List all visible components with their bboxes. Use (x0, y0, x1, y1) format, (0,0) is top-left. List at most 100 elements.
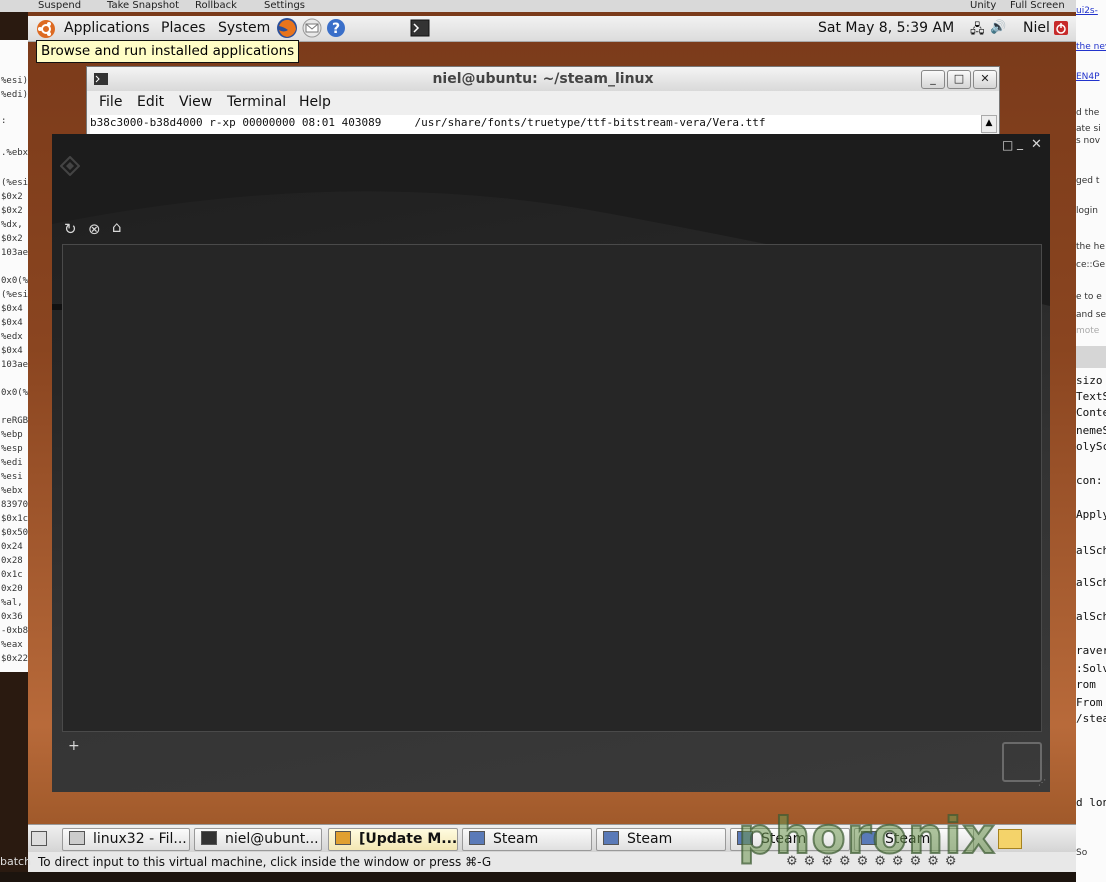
refresh-icon[interactable]: ↻ (64, 220, 77, 238)
host-left-line: $0x4 (1, 346, 23, 356)
menu-help[interactable]: Help (299, 94, 331, 110)
host-right-line: alSch (1076, 544, 1106, 557)
steam-maximize-icon[interactable]: □ (1002, 138, 1013, 152)
stop-icon[interactable]: ⊗ (88, 220, 101, 238)
host-left-line: $0x2 (1, 234, 23, 244)
host-right-line: the nev (1076, 42, 1106, 52)
terminal-title[interactable]: niel@ubuntu: ~/steam_linux (87, 67, 999, 91)
vm-toolbar: Suspend Take Snapshot Rollback Settings … (0, 0, 1106, 12)
host-left-line: 103ae (1, 360, 29, 370)
host-right-line: d lon (1076, 796, 1106, 809)
host-left-line: %edi) (1, 90, 29, 100)
host-right-line: login (1076, 206, 1098, 216)
taskbar-item-update-manager[interactable]: [Update M... (328, 828, 458, 851)
host-right-window: ui2s-the nev EN4P d the ate si s nov ged t log… (1076, 0, 1106, 882)
steam-content-area[interactable] (62, 244, 1042, 732)
steam-close-icon[interactable]: ✕ (1031, 137, 1042, 152)
menu-terminal[interactable]: Terminal (227, 94, 286, 110)
host-right-line: Apply (1076, 508, 1106, 521)
host-left-line: %edi (1, 458, 23, 468)
mail-icon[interactable] (302, 18, 322, 38)
host-right-line: EN4P (1076, 72, 1100, 82)
host-right-line: From (1076, 696, 1103, 709)
host-left-line: $0x2 (1, 192, 23, 202)
steam-friends-button[interactable] (1002, 742, 1042, 782)
rollback-button[interactable]: Rollback (195, 0, 237, 12)
help-icon[interactable]: ? (326, 18, 346, 38)
phoronix-watermark: phoronix (737, 807, 996, 865)
host-left-line: %dx, (1, 220, 23, 230)
volume-icon[interactable]: 🔊 (990, 20, 1006, 35)
take-snapshot-button[interactable]: Take Snapshot (107, 0, 179, 12)
ubuntu-logo-icon[interactable] (36, 19, 56, 39)
taskbar-item-steam-1[interactable]: Steam (462, 828, 592, 851)
resize-grip-icon[interactable]: ⋰ (1038, 778, 1046, 787)
host-left-line: %esp (1, 444, 23, 454)
home-icon[interactable]: ⌂ (112, 218, 122, 236)
host-left-line: : (1, 116, 7, 126)
host-left-line: %ebp (1, 430, 23, 440)
host-right-line: ate si (1076, 124, 1101, 134)
host-left-line: .%ebx (1, 148, 29, 158)
host-right-divider (1076, 346, 1106, 368)
host-left-line: (%esi (1, 178, 29, 188)
terminal-output-line: b38c3000-b38d4000 r-xp 00000000 08:01 40… (90, 115, 982, 135)
menu-edit[interactable]: Edit (137, 94, 164, 110)
taskbar-item-terminal[interactable]: niel@ubunt... (194, 828, 322, 851)
show-desktop-icon[interactable] (31, 831, 47, 846)
terminal-icon[interactable] (410, 19, 430, 37)
host-right-line: So (1076, 848, 1088, 858)
user-name[interactable]: Niel (1023, 20, 1050, 36)
host-right-line: Conte (1076, 406, 1106, 419)
svg-text:?: ? (332, 21, 340, 37)
taskbar-item-steam-2[interactable]: Steam (596, 828, 726, 851)
steam-window-icon (469, 831, 485, 845)
network-icon[interactable]: 🖧 (970, 20, 985, 42)
steam-window[interactable]: □ _ ✕ ↻ ⊗ ⌂ + ⋰ (52, 134, 1050, 792)
power-icon[interactable] (1054, 21, 1068, 35)
maximize-button[interactable]: □ (947, 70, 971, 89)
close-button[interactable]: ✕ (973, 70, 997, 89)
host-right-line: rom (1076, 678, 1096, 691)
host-right-line: ged t (1076, 176, 1100, 186)
host-left-line: $0x4 (1, 304, 23, 314)
host-left-line: reRGB (1, 416, 29, 426)
host-right-line: s nov (1076, 136, 1101, 146)
settings-button[interactable]: Settings (264, 0, 305, 12)
applications-tooltip: Browse and run installed applications (36, 40, 300, 63)
host-left-line: 103ae (1, 248, 29, 258)
host-left-line: (%esi (1, 290, 29, 300)
firefox-icon[interactable] (276, 17, 298, 39)
terminal-small-icon (201, 831, 217, 845)
system-menu[interactable]: System (218, 20, 270, 36)
top-panel: Applications Places System ? Sat May 8, … (28, 16, 1076, 42)
host-left-window: %esi) %edi): .%ebx (%esi $0x2 $0x2 %dx, $0x2 103… (0, 40, 31, 672)
applications-menu[interactable]: Applications (64, 20, 150, 36)
host-left-line: %eax (1, 640, 23, 650)
steam-minimize-icon[interactable]: _ (1017, 136, 1023, 150)
unity-button[interactable]: Unity (970, 0, 996, 12)
host-left-line: 0x0(% (1, 276, 29, 286)
host-right-line: d the (1076, 108, 1100, 118)
host-right-line: /stea (1076, 712, 1106, 725)
host-left-line: $0x2 (1, 206, 23, 216)
places-menu[interactable]: Places (161, 20, 206, 36)
clock[interactable]: Sat May 8, 5:39 AM (818, 20, 954, 36)
host-left-line: %edx (1, 332, 23, 342)
host-right-line: alSch (1076, 610, 1106, 623)
terminal-scroll-up[interactable]: ▲ (981, 115, 997, 133)
terminal-window[interactable]: niel@ubuntu: ~/steam_linux _ □ ✕ File Ed… (86, 66, 1000, 138)
menu-file[interactable]: File (99, 94, 122, 110)
host-left-line: %esi (1, 472, 23, 482)
taskbar-item-linux32[interactable]: linux32 - Fil... (62, 828, 190, 851)
trash-icon[interactable] (998, 829, 1022, 849)
add-icon[interactable]: + (68, 738, 80, 754)
full-screen-button[interactable]: Full Screen (1010, 0, 1065, 12)
host-right-line: ui2s- (1076, 6, 1098, 16)
host-left-line: 83970 (1, 500, 29, 510)
host-right-line: mote (1076, 326, 1100, 336)
host-right-line: alSch (1076, 576, 1106, 589)
suspend-button[interactable]: Suspend (38, 0, 81, 12)
minimize-button[interactable]: _ (921, 70, 945, 89)
menu-view[interactable]: View (179, 94, 212, 110)
